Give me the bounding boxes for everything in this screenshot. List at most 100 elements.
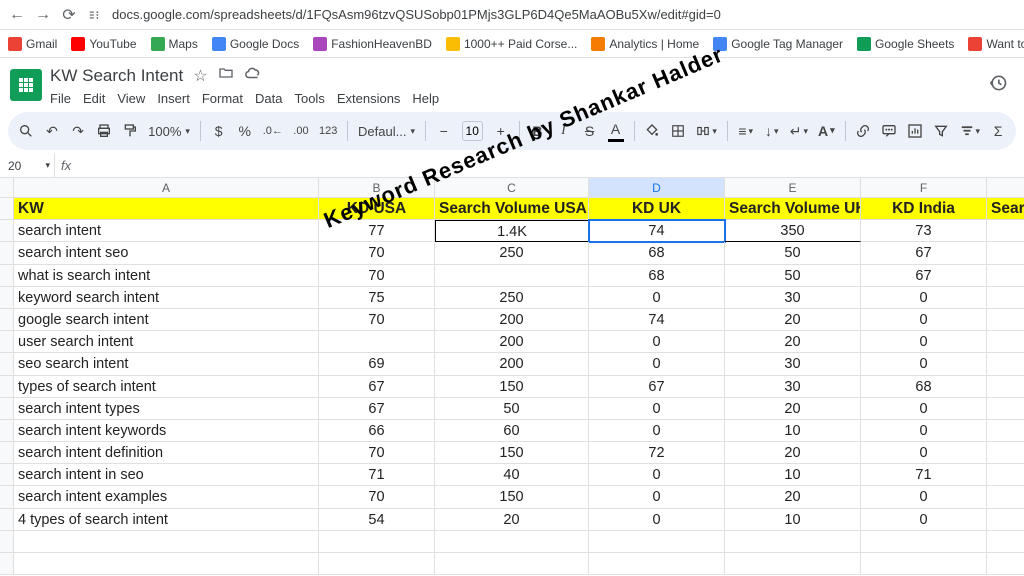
forward-icon[interactable]: → — [34, 6, 52, 24]
row-header[interactable] — [0, 486, 14, 508]
percent-icon[interactable]: % — [237, 120, 253, 142]
spreadsheet-grid[interactable]: ABCDEFKWKD USASearch Volume USAKD UKSear… — [0, 178, 1024, 575]
bookmark-item[interactable]: Analytics | Home — [591, 37, 699, 51]
cell[interactable]: 0 — [861, 486, 987, 508]
bookmark-item[interactable]: Gmail — [8, 37, 57, 51]
cell[interactable]: 20 — [725, 331, 861, 353]
row-header[interactable] — [0, 376, 14, 398]
cell[interactable]: 60 — [435, 420, 589, 442]
cell[interactable]: 70 — [319, 242, 435, 264]
menu-item[interactable]: Data — [255, 91, 282, 106]
cell[interactable] — [987, 486, 1024, 508]
cell[interactable] — [435, 265, 589, 287]
cell[interactable]: 150 — [435, 486, 589, 508]
bookmark-item[interactable]: FashionHeavenBD — [313, 37, 432, 51]
column-header[interactable] — [987, 178, 1024, 198]
zoom-select[interactable]: 100% — [148, 124, 190, 139]
cell[interactable] — [14, 531, 319, 553]
row-header[interactable] — [0, 442, 14, 464]
cell[interactable]: 0 — [861, 353, 987, 375]
sheet-header-cell[interactable]: KD USA — [319, 198, 435, 220]
cell[interactable]: 67 — [861, 242, 987, 264]
row-header[interactable] — [0, 553, 14, 575]
row-header[interactable] — [0, 353, 14, 375]
row-header[interactable] — [0, 420, 14, 442]
cell[interactable]: 0 — [589, 331, 725, 353]
cell[interactable]: 0 — [861, 398, 987, 420]
column-header[interactable]: F — [861, 178, 987, 198]
borders-icon[interactable] — [670, 120, 686, 142]
menu-item[interactable]: File — [50, 91, 71, 106]
cell[interactable] — [987, 531, 1024, 553]
comment-icon[interactable] — [881, 120, 897, 142]
cell[interactable]: 20 — [725, 398, 861, 420]
cell[interactable] — [725, 531, 861, 553]
cell[interactable]: 0 — [861, 420, 987, 442]
cell[interactable]: 40 — [435, 464, 589, 486]
bookmark-item[interactable]: Want to be a top rat... — [968, 37, 1024, 51]
cell[interactable]: 70 — [319, 265, 435, 287]
cell[interactable]: 250 — [435, 287, 589, 309]
cell[interactable]: 30 — [725, 353, 861, 375]
history-icon[interactable] — [988, 73, 1014, 98]
cell[interactable] — [589, 553, 725, 575]
cell[interactable]: 50 — [725, 265, 861, 287]
doc-title[interactable]: KW Search Intent — [50, 66, 183, 86]
cell[interactable] — [725, 553, 861, 575]
column-header[interactable]: B — [319, 178, 435, 198]
menu-item[interactable]: Tools — [294, 91, 324, 106]
cell[interactable]: 67 — [319, 376, 435, 398]
cell[interactable]: types of search intent — [14, 376, 319, 398]
cell[interactable]: seo search intent — [14, 353, 319, 375]
row-header[interactable] — [0, 287, 14, 309]
font-size-increase[interactable]: + — [493, 120, 509, 142]
row-header[interactable] — [0, 309, 14, 331]
bookmark-item[interactable]: Google Sheets — [857, 37, 954, 51]
star-icon[interactable]: ☆ — [193, 66, 207, 86]
cell[interactable]: 20 — [725, 486, 861, 508]
cell[interactable]: 74 — [589, 309, 725, 331]
cell[interactable] — [987, 553, 1024, 575]
cell[interactable] — [987, 442, 1024, 464]
font-size-input[interactable]: 10 — [462, 121, 483, 141]
cell[interactable]: 75 — [319, 287, 435, 309]
cell[interactable]: 72 — [589, 442, 725, 464]
cell[interactable] — [987, 287, 1024, 309]
cell[interactable] — [987, 309, 1024, 331]
cell[interactable] — [987, 265, 1024, 287]
cell[interactable]: 68 — [589, 265, 725, 287]
menu-item[interactable]: Edit — [83, 91, 105, 106]
cell[interactable]: 0 — [589, 486, 725, 508]
merge-icon[interactable] — [696, 120, 717, 142]
sheet-header-cell[interactable]: Search Volume USA — [435, 198, 589, 220]
menu-item[interactable]: Extensions — [337, 91, 401, 106]
sheet-header-cell[interactable]: KD India — [861, 198, 987, 220]
row-header[interactable] — [0, 398, 14, 420]
url-bar[interactable]: docs.google.com/spreadsheets/d/1FQsAsm96… — [112, 7, 1016, 22]
cell[interactable]: 20 — [725, 309, 861, 331]
menu-item[interactable]: Format — [202, 91, 243, 106]
rotate-icon[interactable]: A — [818, 120, 835, 142]
column-header[interactable]: D — [589, 178, 725, 198]
italic-icon[interactable]: I — [556, 120, 572, 142]
cell[interactable]: 68 — [861, 376, 987, 398]
cell[interactable]: 0 — [589, 420, 725, 442]
cell[interactable] — [987, 220, 1024, 242]
cell[interactable]: 200 — [435, 309, 589, 331]
column-header[interactable]: A — [14, 178, 319, 198]
cell[interactable]: search intent examples — [14, 486, 319, 508]
move-icon[interactable] — [218, 65, 234, 86]
filter-views-icon[interactable] — [960, 120, 981, 142]
link-icon[interactable] — [855, 120, 871, 142]
cell[interactable] — [987, 509, 1024, 531]
bookmark-item[interactable]: Google Tag Manager — [713, 37, 843, 51]
cell[interactable]: 66 — [319, 420, 435, 442]
cell[interactable] — [861, 553, 987, 575]
cell[interactable]: search intent definition — [14, 442, 319, 464]
insert-chart-icon[interactable] — [907, 120, 923, 142]
paint-format-icon[interactable] — [122, 120, 138, 142]
halign-icon[interactable]: ≡ — [738, 120, 754, 142]
strike-icon[interactable]: S — [582, 120, 598, 142]
cell[interactable]: 0 — [861, 331, 987, 353]
cell[interactable]: 0 — [861, 442, 987, 464]
